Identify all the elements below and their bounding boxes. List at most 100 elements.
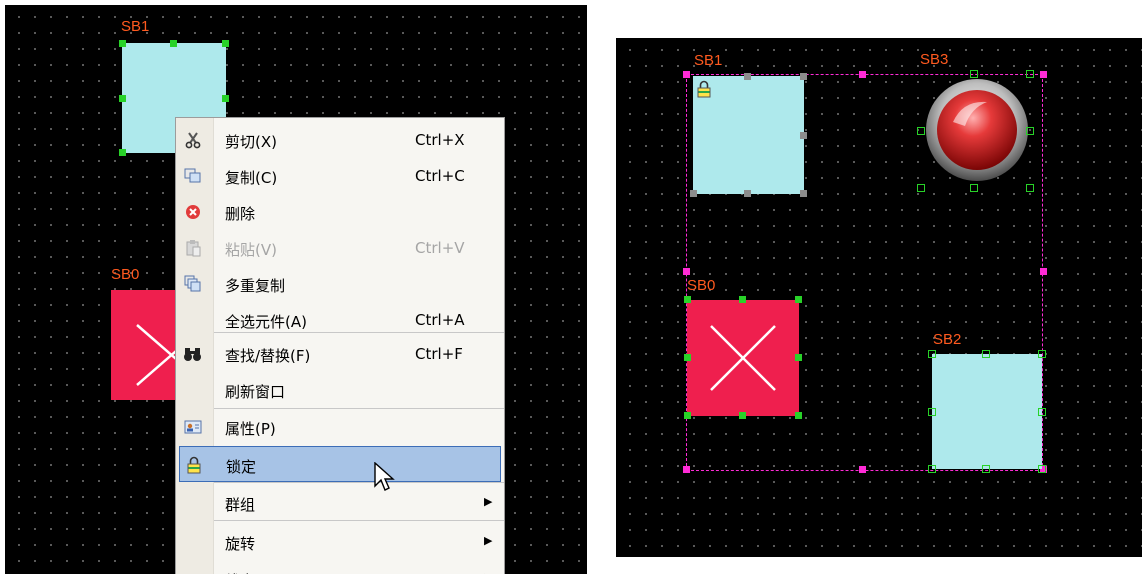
copy-icon (183, 166, 203, 186)
menu-item-group[interactable]: 群组 ▶ (176, 485, 504, 521)
menu-item-lock[interactable]: 锁定 (179, 446, 501, 482)
menu-item-delete[interactable]: 删除 (176, 194, 504, 230)
selection-handle[interactable] (683, 466, 690, 473)
resize-handle[interactable] (170, 40, 177, 47)
multi-copy-icon (183, 274, 203, 294)
menu-item-line-width[interactable]: 线宽 ▶ (176, 561, 504, 574)
resize-handle[interactable] (970, 184, 978, 192)
resize-handle[interactable] (119, 40, 126, 47)
selection-handle[interactable] (683, 71, 690, 78)
resize-handle[interactable] (739, 296, 746, 303)
menu-item-label: 群组 (225, 496, 256, 514)
menu-item-refresh[interactable]: 刷新窗口 (176, 372, 504, 408)
submenu-arrow-icon: ▶ (484, 534, 493, 547)
resize-handle[interactable] (1038, 408, 1046, 416)
resize-handle[interactable] (917, 184, 925, 192)
resize-handle[interactable] (222, 95, 229, 102)
menu-item-find-replace[interactable]: 查找/替换(F) Ctrl+F (176, 336, 504, 372)
scissors-icon (183, 130, 203, 150)
menu-item-properties[interactable]: 属性(P) (176, 409, 504, 445)
menu-item-cut[interactable]: 剪切(X) Ctrl+X (176, 122, 504, 158)
menu-item-shortcut: Ctrl+A (415, 311, 465, 329)
x-mark-icon (710, 325, 776, 391)
resize-handle[interactable] (928, 350, 936, 358)
locked-handle (744, 190, 751, 197)
sb1-label: SB1 (121, 18, 150, 35)
locked-handle (800, 190, 807, 197)
sb0-element[interactable] (687, 300, 799, 416)
selection-handle[interactable] (1040, 71, 1047, 78)
menu-item-label: 旋转 (225, 535, 256, 553)
menu-item-shortcut: Ctrl+V (415, 239, 465, 257)
menu-item-label: 刷新窗口 (225, 383, 286, 401)
sb3-label: SB3 (920, 51, 949, 68)
menu-item-label: 粘贴(V) (225, 241, 277, 259)
menu-separator (214, 520, 504, 521)
resize-handle[interactable] (1026, 127, 1034, 135)
resize-handle[interactable] (1026, 70, 1034, 78)
menu-item-label: 剪切(X) (225, 133, 277, 151)
menu-item-shortcut: Ctrl+F (415, 345, 463, 363)
selection-handle[interactable] (1040, 268, 1047, 275)
menu-item-rotate[interactable]: 旋转 ▶ (176, 524, 504, 560)
binoculars-icon (183, 344, 203, 364)
lock-icon (697, 80, 711, 98)
menu-item-label: 复制(C) (225, 169, 278, 187)
menu-item-label: 锁定 (226, 458, 257, 476)
resize-handle[interactable] (739, 412, 746, 419)
locked-handle (800, 73, 807, 80)
selection-handle[interactable] (859, 71, 866, 78)
paste-icon (183, 238, 203, 258)
resize-handle[interactable] (982, 350, 990, 358)
lock-icon (184, 455, 204, 475)
resize-handle[interactable] (795, 354, 802, 361)
resize-handle[interactable] (970, 70, 978, 78)
resize-handle[interactable] (928, 465, 936, 473)
resize-handle[interactable] (119, 149, 126, 156)
indicator-lamp-icon[interactable] (921, 78, 1033, 190)
resize-handle[interactable] (795, 412, 802, 419)
menu-item-label: 多重复制 (225, 277, 286, 295)
resize-handle[interactable] (684, 296, 691, 303)
resize-handle[interactable] (1026, 184, 1034, 192)
resize-handle[interactable] (222, 40, 229, 47)
selection-handle[interactable] (683, 268, 690, 275)
sb2-label: SB2 (933, 331, 962, 348)
locked-handle (800, 132, 807, 139)
selection-handle[interactable] (859, 466, 866, 473)
menu-item-copy[interactable]: 复制(C) Ctrl+C (176, 158, 504, 194)
submenu-arrow-icon: ▶ (484, 495, 493, 508)
right-design-canvas[interactable]: SB1 SB3 SB0 SB2 (616, 38, 1142, 557)
resize-handle[interactable] (928, 408, 936, 416)
mouse-cursor-icon (374, 462, 395, 491)
menu-item-label: 属性(P) (225, 420, 276, 438)
locked-handle (690, 190, 697, 197)
menu-item-label: 全选元件(A) (225, 313, 307, 331)
resize-handle[interactable] (684, 354, 691, 361)
sb0-element[interactable] (111, 290, 181, 400)
sb0-label: SB0 (111, 266, 140, 283)
x-mark-icon (136, 324, 181, 386)
resize-handle[interactable] (982, 465, 990, 473)
context-menu: 剪切(X) Ctrl+X 复制(C) Ctrl+C 删除 粘贴(V) Ctrl+… (175, 117, 505, 574)
sb1-label: SB1 (694, 52, 723, 69)
menu-item-label: 删除 (225, 205, 256, 223)
menu-item-label: 查找/替换(F) (225, 347, 311, 365)
resize-handle[interactable] (917, 127, 925, 135)
menu-item-label: 线宽 (225, 570, 255, 574)
menu-item-paste: 粘贴(V) Ctrl+V (176, 230, 504, 266)
resize-handle[interactable] (119, 95, 126, 102)
resize-handle[interactable] (795, 296, 802, 303)
menu-item-shortcut: Ctrl+C (415, 167, 465, 185)
resize-handle[interactable] (1038, 465, 1046, 473)
sb2-element[interactable] (932, 354, 1042, 469)
menu-separator (214, 482, 504, 483)
properties-icon (183, 417, 203, 437)
menu-item-multi-copy[interactable]: 多重复制 (176, 266, 504, 302)
sb0-label: SB0 (687, 277, 716, 294)
menu-separator (214, 332, 504, 333)
resize-handle[interactable] (684, 412, 691, 419)
resize-handle[interactable] (1038, 350, 1046, 358)
delete-icon (183, 202, 203, 222)
locked-handle (744, 73, 751, 80)
